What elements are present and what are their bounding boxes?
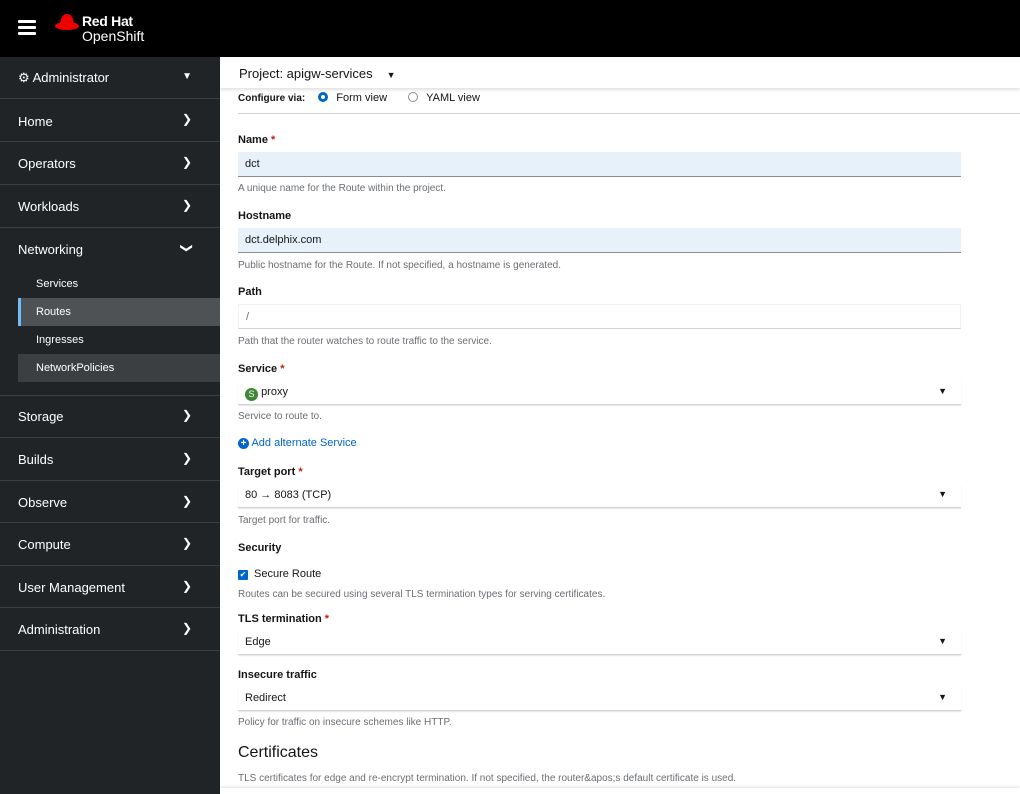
footer-edge [220, 788, 1020, 794]
caret-down-icon: ▼ [938, 386, 947, 396]
add-alternate-service-link[interactable]: + Add alternate Service [238, 437, 357, 449]
path-help: Path that the router watches to route tr… [238, 336, 492, 347]
insecure-traffic-help: Policy for traffic on insecure schemes l… [238, 717, 452, 728]
service-select[interactable]: S proxy ▼ [238, 380, 961, 405]
sidebar-item-networking[interactable]: Networking ❯ Services Routes Ingresses Ne… [0, 228, 220, 396]
caret-down-icon: ▼ [386, 70, 396, 80]
security-help: Routes can be secured using several TLS … [238, 589, 606, 600]
divider [238, 113, 1020, 114]
name-label: Name * [238, 134, 276, 146]
plus-circle-icon: + [238, 438, 249, 449]
configure-via: Configure via: Form view YAML view [238, 92, 480, 104]
sidebar-item-compute[interactable]: Compute ❯ [0, 523, 220, 566]
project-label: Project: apigw-services [239, 66, 373, 81]
caret-down-icon: ▼ [938, 489, 947, 499]
sidebar-item-workloads[interactable]: Workloads ❯ [0, 185, 220, 228]
name-help: A unique name for the Route within the p… [238, 183, 446, 194]
service-value: proxy [261, 386, 288, 398]
insecure-traffic-select[interactable]: Redirect ▼ [238, 686, 961, 711]
brand-line1: Red Hat [82, 13, 133, 29]
brand-line2: OpenShift [82, 28, 145, 44]
hamburger-menu-icon[interactable] [18, 20, 36, 35]
yaml-view-radio[interactable]: YAML view [408, 92, 480, 104]
secure-route-checkbox[interactable]: ✔ Secure Route [238, 568, 321, 580]
perspective-label: ⚙ Administrator [18, 70, 110, 85]
sidebar: ⚙ Administrator ▼ Home ❯ Operators ❯ Workl… [0, 57, 220, 794]
chevron-right-icon: ❯ [181, 112, 192, 126]
chevron-down-icon: ❯ [179, 242, 194, 254]
sidebar-item-operators[interactable]: Operators ❯ [0, 142, 220, 185]
sidebar-item-observe[interactable]: Observe ❯ [0, 481, 220, 523]
sidebar-subitem-routes[interactable]: Routes [18, 298, 220, 326]
perspective-switcher[interactable]: ⚙ Administrator ▼ [0, 57, 220, 99]
name-input[interactable]: dct [238, 152, 961, 177]
certificates-heading: Certificates [238, 744, 319, 761]
target-port-label: Target port * [238, 466, 303, 478]
sidebar-subitem-ingresses[interactable]: Ingresses [18, 326, 220, 354]
chevron-right-icon: ❯ [181, 579, 192, 593]
caret-down-icon: ▼ [182, 71, 192, 82]
target-port-select[interactable]: 80 → 8083 (TCP) ▼ [238, 483, 961, 508]
sidebar-item-builds[interactable]: Builds ❯ [0, 438, 220, 481]
target-port-help: Target port for traffic. [238, 515, 331, 526]
red-hat-icon [55, 14, 79, 30]
chevron-right-icon: ❯ [181, 451, 192, 465]
service-badge-icon: S [245, 388, 258, 401]
masthead: Red Hat OpenShift [0, 0, 1020, 57]
caret-down-icon: ▼ [938, 636, 947, 646]
red-hat-openshift-logo[interactable]: Red Hat OpenShift [54, 12, 144, 44]
form-view-radio[interactable]: Form view [318, 92, 387, 104]
sidebar-item-user-management[interactable]: User Management ❯ [0, 566, 220, 608]
caret-down-icon: ▼ [938, 692, 947, 702]
hostname-input[interactable]: dct.delphix.com [238, 228, 961, 253]
radio-unchecked-icon [408, 92, 419, 102]
security-label: Security [238, 542, 282, 554]
chevron-right-icon: ❯ [181, 408, 192, 422]
main-content: Project: apigw-services ▼ Configure via: … [220, 57, 1020, 794]
configure-via-label: Configure via: [238, 93, 306, 104]
chevron-right-icon: ❯ [181, 198, 192, 212]
hostname-label: Hostname [238, 210, 292, 222]
sidebar-item-home[interactable]: Home ❯ [0, 99, 220, 142]
sidebar-item-administration[interactable]: Administration ❯ [0, 608, 220, 651]
service-help: Service to route to. [238, 411, 322, 422]
certificates-help: TLS certificates for edge and re-encrypt… [238, 773, 737, 784]
chevron-right-icon: ❯ [181, 155, 192, 169]
project-selector[interactable]: Project: apigw-services ▼ [220, 57, 1020, 88]
sidebar-subitem-services[interactable]: Services [18, 270, 220, 298]
tls-termination-select[interactable]: Edge ▼ [238, 630, 961, 655]
tls-termination-label: TLS termination * [238, 613, 330, 625]
radio-checked-icon [318, 92, 329, 102]
path-input[interactable]: / [238, 304, 961, 329]
path-label: Path [238, 286, 262, 298]
checkbox-checked-icon: ✔ [238, 570, 248, 580]
chevron-right-icon: ❯ [181, 494, 192, 508]
sidebar-item-storage[interactable]: Storage ❯ [0, 396, 220, 438]
cogs-icon: ⚙ [18, 70, 33, 85]
sidebar-subitem-networkpolicies[interactable]: NetworkPolicies [18, 354, 220, 382]
insecure-traffic-label: Insecure traffic [238, 669, 317, 681]
hostname-help: Public hostname for the Route. If not sp… [238, 260, 561, 271]
chevron-right-icon: ❯ [181, 621, 192, 635]
chevron-right-icon: ❯ [181, 536, 192, 550]
service-label: Service * [238, 363, 285, 375]
